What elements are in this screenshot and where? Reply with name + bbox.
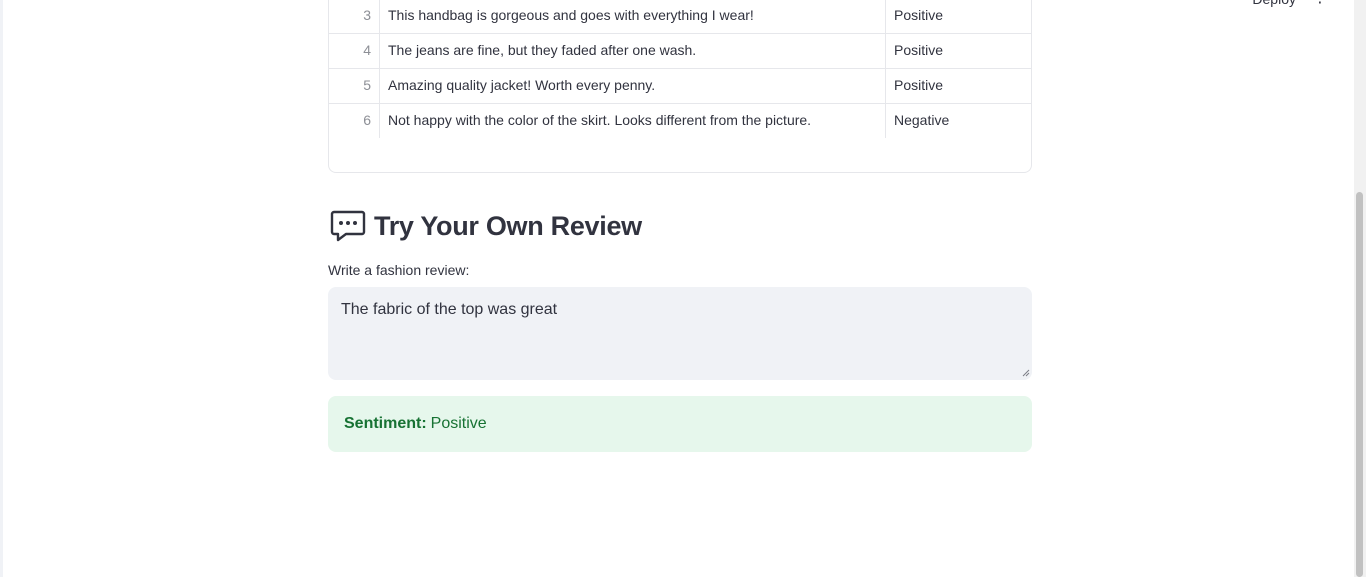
sentiment-cell[interactable]: Negative: [886, 103, 1031, 138]
sentiment-result-alert: Sentiment: Positive: [328, 396, 1032, 452]
table-row[interactable]: 5 Amazing quality jacket! Worth every pe…: [329, 68, 1031, 104]
sentiment-cell[interactable]: Positive: [886, 0, 1031, 33]
review-cell[interactable]: This handbag is gorgeous and goes with e…: [380, 0, 886, 33]
section-title: Try Your Own Review: [374, 210, 642, 241]
row-index: 4: [329, 33, 380, 68]
resize-handle-icon[interactable]: [1022, 369, 1030, 377]
top-toolbar: Deploy ⋮: [1166, 0, 1366, 10]
section-heading: Try Your Own Review: [328, 206, 642, 246]
review-input-label: Write a fashion review:: [328, 262, 470, 278]
row-index: 6: [329, 103, 380, 138]
row-index: 3: [329, 0, 380, 33]
table-row[interactable]: 3 This handbag is gorgeous and goes with…: [329, 0, 1031, 34]
sentiment-result-value: Positive: [430, 415, 487, 432]
deploy-button[interactable]: Deploy: [1252, 0, 1296, 9]
review-textarea[interactable]: The fabric of the top was great: [328, 287, 1032, 380]
sidebar-edge: [0, 0, 3, 577]
sentiment-result-label: Sentiment:: [344, 415, 427, 432]
speech-bubble-icon: [330, 210, 366, 242]
sentiment-cell[interactable]: Positive: [886, 68, 1031, 103]
sentiment-cell[interactable]: Positive: [886, 33, 1031, 68]
reviews-table[interactable]: 3 This handbag is gorgeous and goes with…: [328, 0, 1032, 173]
row-index: 5: [329, 68, 380, 103]
app-page: Deploy ⋮ 3 This handbag is gorgeous and …: [0, 0, 1366, 577]
scrollbar-thumb[interactable]: [1356, 192, 1363, 577]
table-row[interactable]: 4 The jeans are fine, but they faded aft…: [329, 33, 1031, 69]
review-cell[interactable]: Amazing quality jacket! Worth every penn…: [380, 68, 886, 103]
page-scrollbar[interactable]: [1354, 0, 1366, 577]
vertical-dots-icon[interactable]: ⋮: [1312, 0, 1328, 6]
review-cell[interactable]: The jeans are fine, but they faded after…: [380, 33, 886, 68]
table-row[interactable]: 6 Not happy with the color of the skirt.…: [329, 103, 1031, 138]
review-cell[interactable]: Not happy with the color of the skirt. L…: [380, 103, 886, 138]
